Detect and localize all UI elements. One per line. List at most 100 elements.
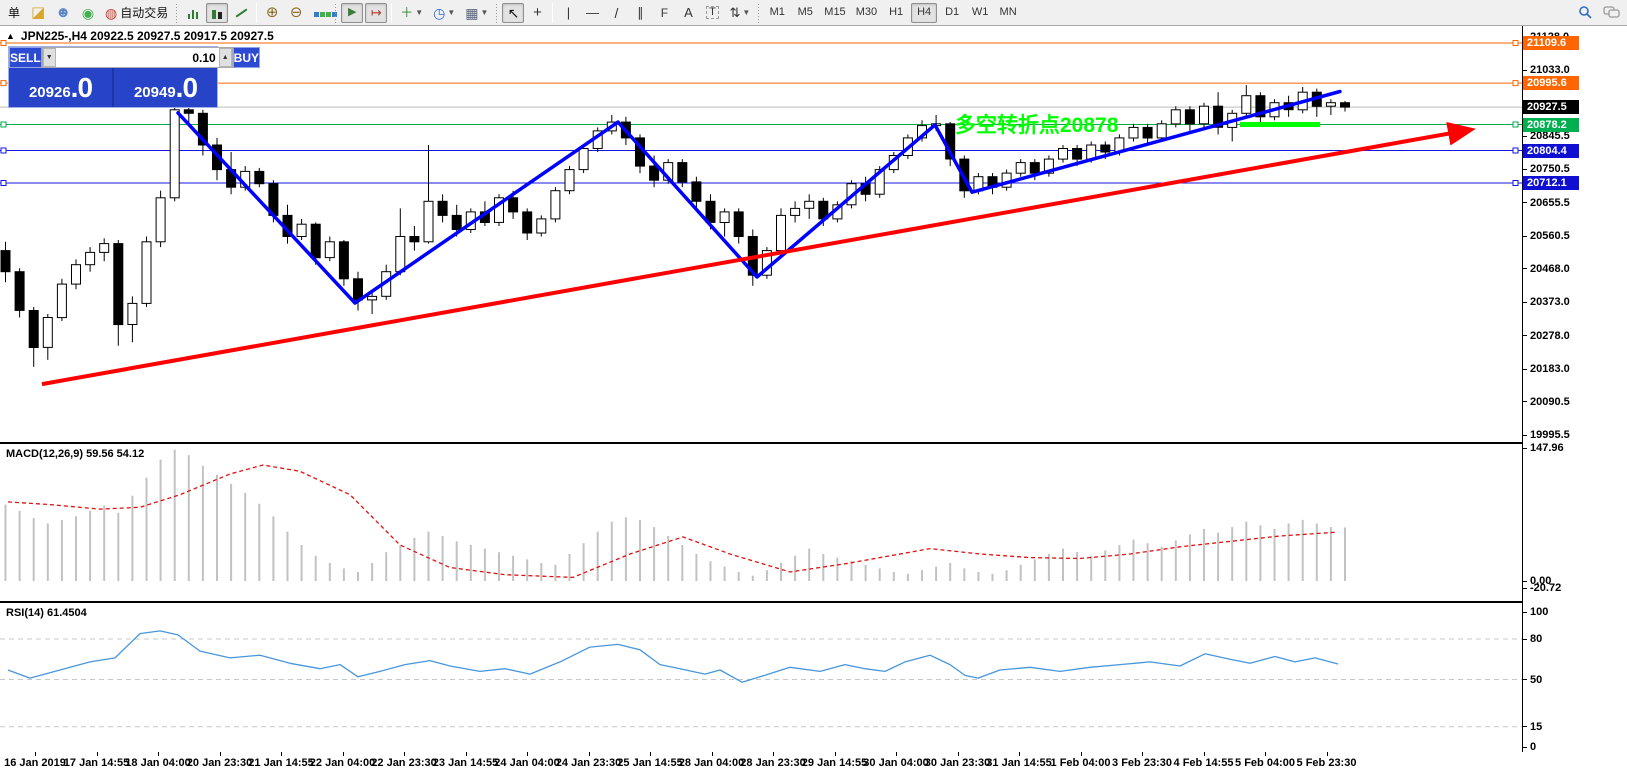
time-tick [1327,752,1328,756]
price-level-badge: 20712.1 [1523,176,1579,190]
sell-price-display[interactable]: 20926 .0 [9,68,112,107]
time-tick [589,752,590,756]
buy-button[interactable]: BUY [233,47,260,68]
toolbar-separator [552,3,553,23]
zoom-out-button[interactable]: ⊖ [285,3,307,23]
axis-tick [1523,335,1527,336]
new-order-icon-icon: ◪ [31,5,45,20]
fibonacci-icon: F [661,7,668,19]
cursor-button[interactable]: ↖ [502,3,524,23]
price-level-badge: 21109.6 [1523,36,1579,50]
crosshair-button[interactable]: + [526,3,548,23]
dropdown-caret-icon[interactable]: ▼ [481,9,489,17]
tile-windows-button[interactable] [309,3,331,23]
new-order-button[interactable]: 单 [3,3,25,23]
new-order-icon: 单 [8,7,20,19]
toolbar-grip [495,3,499,23]
time-tick-label: 25 Jan 14:55 [617,757,682,769]
new-order-icon-button[interactable]: ◪ [27,3,49,23]
chart-shift-button[interactable]: ↦ [365,3,387,23]
time-tick [958,752,959,756]
main-chart-canvas[interactable]: 多空转折点20878 [0,26,1522,442]
dropdown-caret-icon[interactable]: ▼ [742,9,750,17]
text-button[interactable]: A [677,3,699,23]
chat-icon [1603,6,1620,20]
channel-button[interactable]: ∥ [629,3,651,23]
tf-d1-button[interactable]: D1 [939,3,965,23]
axis-tick [1523,581,1527,582]
time-tick [35,752,36,756]
dropdown-caret-icon[interactable]: ▼ [415,9,423,17]
fibonacci-button[interactable]: F [653,3,675,23]
chat-button[interactable] [1599,3,1624,23]
time-tick-label: 30 Jan 04:00 [863,757,928,769]
buy-price-display[interactable]: 20949 .0 [114,68,217,107]
tf-m1-button[interactable]: M1 [764,3,790,23]
autotrade-label: 自动交易 [120,7,168,19]
price-level-badge: 20804.4 [1523,144,1579,158]
tf-h4-button[interactable]: H4 [911,3,937,23]
zoom-in-button[interactable]: ⊕ [261,3,283,23]
volume-input[interactable] [56,48,219,67]
tf-mn-button[interactable]: MN [995,3,1021,23]
axis-tick [1523,169,1527,170]
toolbar-separator [256,3,257,23]
time-tick [281,752,282,756]
time-tick-label: 21 Jan 14:55 [248,757,313,769]
time-tick-label: 17 Jan 14:55 [64,757,129,769]
signal-icon-icon: ◉ [82,6,94,20]
candle-chart-button[interactable] [206,3,228,23]
arrows-button[interactable]: ⇅▼ [725,3,754,23]
price-axis[interactable]: 21128.021033.020845.520750.520655.520560… [1523,26,1627,752]
line-chart-button[interactable] [230,3,252,23]
templates-button[interactable]: ▦▼ [461,3,492,23]
tf-m15-button[interactable]: M15 [820,3,849,23]
periods-button[interactable]: ◷▼ [429,3,459,23]
signal-icon-button[interactable]: ◉ [77,3,99,23]
volume-up-button[interactable]: ▲ [219,48,232,67]
volume-down-button[interactable]: ▼ [43,48,56,67]
time-tick-label: 31 Jan 14:55 [986,757,1051,769]
toolbar-separator [391,3,392,23]
horizontal-line-icon: — [586,6,599,19]
time-axis[interactable]: 16 Jan 201917 Jan 14:5518 Jan 04:0020 Ja… [0,752,1627,774]
periods-icon: ◷ [433,6,445,20]
auto-scroll-button[interactable]: ▶ [341,3,363,23]
time-tick [97,752,98,756]
dropdown-caret-icon[interactable]: ▼ [447,9,455,17]
time-tick-label: 1 Feb 04:00 [1051,757,1111,769]
sell-button[interactable]: SELL [9,47,42,68]
axis-tick [1523,747,1527,748]
time-tick-label: 5 Feb 23:30 [1297,757,1357,769]
time-tick-label: 3 Feb 23:30 [1112,757,1172,769]
toolbar-grip [334,3,338,23]
text-label-button[interactable]: T [701,3,723,23]
rsi-scale-label: 80 [1530,632,1542,646]
macd-scale-label: -20.72 [1530,581,1561,595]
trendline-button[interactable]: / [605,3,627,23]
vertical-line-button[interactable]: | [557,3,579,23]
time-tick [650,752,651,756]
time-tick-label: 29 Jan 14:55 [802,757,867,769]
indicators-button[interactable]: ＋▼ [396,3,427,23]
tf-h1-button[interactable]: H1 [883,3,909,23]
rsi-pane-canvas[interactable] [0,603,1522,751]
chart-header: ▲ JPN225-,H4 20922.5 20927.5 20917.5 209… [6,29,274,43]
tf-m30-button[interactable]: M30 [852,3,881,23]
profile-icon-button[interactable]: ☻ [51,3,75,23]
horizontal-line-button[interactable]: — [581,3,603,23]
sell-price-frac: .0 [71,72,92,104]
time-tick-label: 16 Jan 2019 [4,757,66,769]
collapse-panel-icon[interactable]: ▲ [6,31,15,41]
buy-price-frac: .0 [176,72,197,104]
axis-tick [1523,202,1527,203]
search-button[interactable] [1574,3,1597,23]
tf-m5-button[interactable]: M5 [792,3,818,23]
bar-chart-button[interactable] [182,3,204,23]
macd-pane-canvas[interactable] [0,444,1522,601]
autotrade-button[interactable]: ◍自动交易 [101,3,172,23]
time-tick-label: 23 Jan 14:55 [433,757,498,769]
time-tick-label: 24 Jan 04:00 [494,757,559,769]
tf-w1-button[interactable]: W1 [967,3,993,23]
chart-window: 多空转折点20878 ▲ JPN225-,H4 20922.5 20927.5 … [0,26,1627,774]
